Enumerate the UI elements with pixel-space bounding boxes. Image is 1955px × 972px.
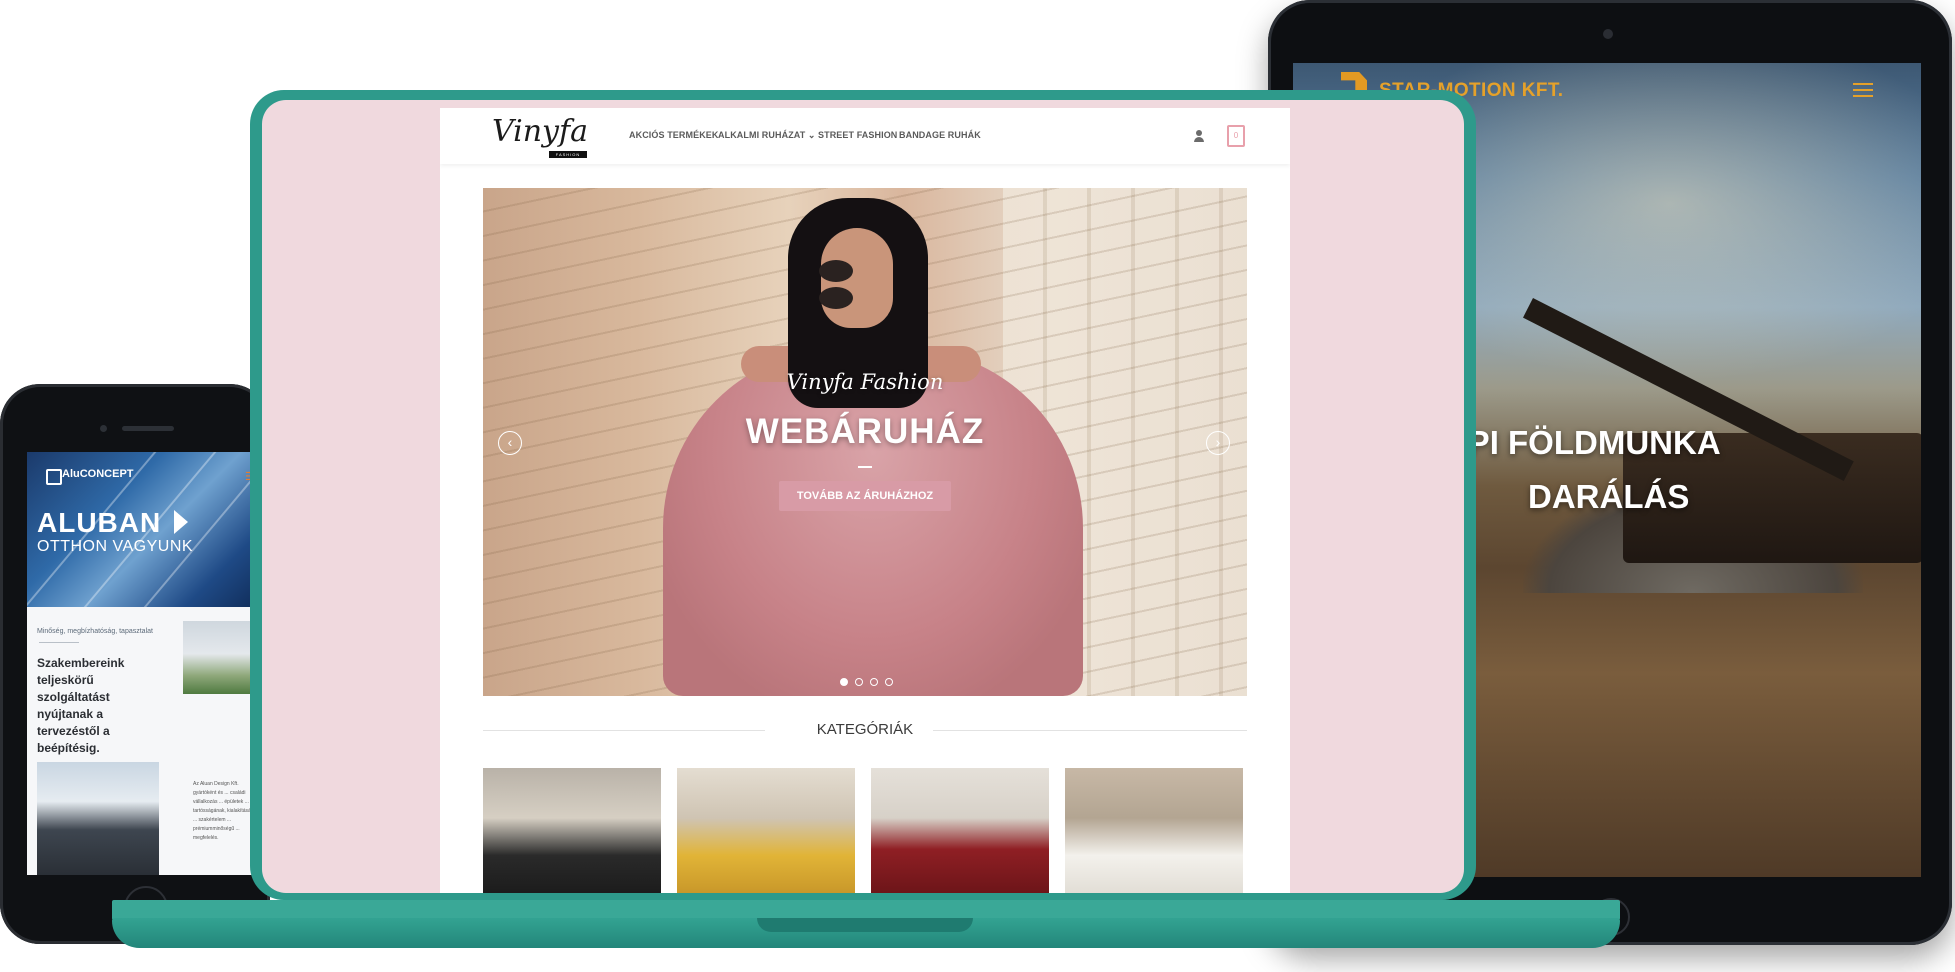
tablet-camera <box>1603 29 1613 39</box>
category-card[interactable] <box>1065 768 1243 893</box>
slider-dot[interactable] <box>840 678 848 686</box>
categories-heading: KATEGÓRIÁK <box>816 721 914 738</box>
slider-pagination[interactable] <box>840 673 900 686</box>
category-card[interactable] <box>677 768 855 893</box>
category-card[interactable] <box>483 768 661 893</box>
phone-logo-text[interactable]: AluCONCEPT <box>62 468 134 480</box>
phone-speaker <box>122 426 174 431</box>
hero-divider <box>858 466 872 468</box>
shopping-cart-icon[interactable]: 0 <box>1227 125 1245 147</box>
aluconcept-logo-icon[interactable] <box>46 469 62 485</box>
chevron-left-icon[interactable]: ‹ <box>498 431 522 455</box>
hero-subtitle: Vinyfa Fashion <box>786 370 944 394</box>
hamburger-menu-icon[interactable] <box>1853 83 1873 97</box>
hero-slider[interactable]: Vinyfa Fashion WEBÁRUHÁZ TOVÁBB AZ ÁRUHÁ… <box>483 188 1247 696</box>
phone-camera <box>100 425 107 432</box>
slider-dot[interactable] <box>855 678 863 686</box>
phone-hero-subtitle: OTTHON VAGYUNK <box>37 538 194 555</box>
slider-dot[interactable] <box>885 678 893 686</box>
chevron-right-icon[interactable]: › <box>1206 431 1230 455</box>
phone-section-kicker: Minőség, megbízhatóság, tapasztalat <box>37 628 153 635</box>
phone-divider <box>39 642 79 643</box>
nav-bandage-ruhak[interactable]: BANDAGE RUHÁK <box>899 130 981 140</box>
building-photo <box>37 762 159 875</box>
sunglasses-image <box>819 260 897 309</box>
play-arrow-icon <box>174 510 188 534</box>
phone-screen: AluCONCEPT ☰ ALUBAN OTTHON VAGYUNK Minős… <box>27 452 262 875</box>
laptop-notch <box>757 918 973 932</box>
vinyfa-logo-tag: FASHION <box>549 151 587 158</box>
slider-dot[interactable] <box>870 678 878 686</box>
vinyfa-website: Vinyfa FASHION AKCIÓS TERMÉKEK ALKALMI R… <box>440 108 1290 893</box>
nav-street-fashion[interactable]: STREET FASHION <box>818 130 897 140</box>
category-card[interactable] <box>871 768 1049 893</box>
nav-alkalmi-ruhazat[interactable]: ALKALMI RUHÁZAT ⌄ <box>718 130 816 141</box>
nav-akcios-termekek[interactable]: AKCIÓS TERMÉKEK <box>629 130 719 140</box>
user-account-icon[interactable] <box>1193 130 1205 142</box>
hero-title: WEBÁRUHÁZ <box>745 412 985 451</box>
phone-hero-title: ALUBAN <box>37 507 162 538</box>
tablet-headline: GÉPI FÖLDMUNKA <box>1420 424 1721 461</box>
phone-section-heading: Szakembereink teljeskörű szolgáltatást n… <box>37 656 125 755</box>
shop-cta-button[interactable]: TOVÁBB AZ ÁRUHÁZHOZ <box>779 481 951 511</box>
laptop-hinge <box>112 900 1620 920</box>
vinyfa-logo[interactable]: Vinyfa <box>492 114 588 149</box>
tablet-headline-2: DARÁLÁS <box>1528 478 1690 515</box>
